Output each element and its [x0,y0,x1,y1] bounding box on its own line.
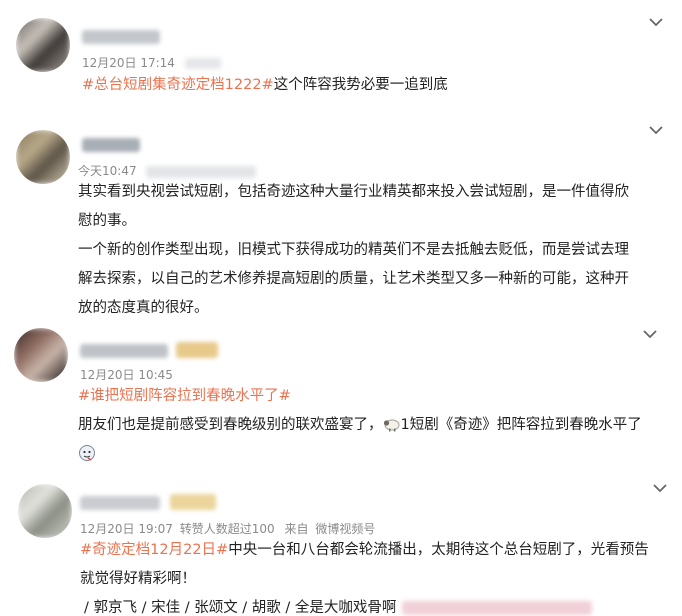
topic-link[interactable]: #谁把短剧阵容拉到春晚水平了# [78,388,291,404]
comment-text-line: 放的态度真的很好。 [78,300,209,316]
avatar[interactable] [16,18,70,72]
comment-text: 这个阵容我势必要一追到底 [273,77,448,93]
source-link[interactable]: 微博视频号 [315,522,375,536]
comment-text: 朋友们也是提前感受到春晚级别的联欢盛宴了， [78,417,383,433]
comment-text: 1短剧《奇迹》把阵容拉到春晚水平了 [400,417,642,433]
timestamp: 12月20日 10:45 [80,366,173,383]
comment-body: 其实看到央视尝试短剧，包括奇迹这种大量行业精英都来投入尝试短剧，是一件值得欣 慰… [78,178,668,323]
timestamp-text: 12月20日 17:14 [82,56,175,70]
comment-body: #奇迹定档12月22日#中央一台和八台都会轮流播出，太期待这个总台短剧了，光看预… [80,536,672,616]
meta-blurred [184,58,221,69]
timestamp-text: 12月20日 10:45 [80,368,173,382]
sheep-emoji-icon [383,419,399,432]
source-prefix: 来自 [284,522,309,536]
comment-text-line: 就觉得好精彩啊！ [80,571,196,587]
timestamp-text: 今天10:47 [78,164,137,178]
topic-link[interactable]: #奇迹定档12月22日# [80,542,228,558]
cast-list: / 郭京飞 / 宋佳 / 张颂文 / 胡歌 / 全是大咖戏骨啊 [84,600,397,616]
repost-count: 转赞人数超过100 [179,522,275,536]
avatar[interactable] [16,130,70,184]
meta-blurred [146,165,257,178]
timestamp: 今天10:47 [78,162,257,179]
comment-text-line: 一个新的创作类型出现，旧模式下获得成功的精英们不是去抵触去贬低，而是尝试去理 [78,242,629,258]
username-blurred[interactable] [80,344,168,358]
comment-text-line: 其实看到央视尝试短剧，包括奇迹这种大量行业精英都来投入尝试短剧，是一件值得欣 [78,184,629,200]
comment-1: 12月20日 17:14 #总台短剧集奇迹定档1222#这个阵容我势必要一追到底 [0,0,682,110]
badge-blurred [170,494,216,510]
chevron-down-icon[interactable] [644,120,668,140]
comment-3: 12月20日 10:45 #谁把短剧阵容拉到春晚水平了# 朋友们也是提前感受到春… [0,320,682,480]
chevron-down-icon[interactable] [644,12,668,32]
username-blurred[interactable] [82,138,140,152]
comment-text: 中央一台和八台都会轮流播出，太期待这个总台短剧了，光看预告 [228,542,649,558]
comment-4: 12月20日 19:07 转赞人数超过100 来自 微博视频号 #奇迹定档12月… [0,470,682,616]
comment-text-line: 解去探索，以自己的艺术修养提高短剧的质量，让艺术类型又多一种新的可能，这种开 [78,271,629,287]
badge-blurred [176,342,218,358]
timestamp: 12月20日 17:14 [82,54,221,71]
comment-text-line: 慰的事。 [78,213,136,229]
post-meta: 12月20日 19:07 转赞人数超过100 来自 微博视频号 [80,520,375,537]
comment-body: #总台短剧集奇迹定档1222#这个阵容我势必要一追到底 [82,71,662,100]
comment-2: 今天10:47 其实看到央视尝试短剧，包括奇迹这种大量行业精英都来投入尝试短剧，… [0,110,682,320]
chevron-down-icon[interactable] [638,324,662,344]
text-blurred [402,601,593,615]
doge-emoji-icon [79,445,95,461]
avatar[interactable] [18,484,72,538]
timestamp-text: 12月20日 19:07 [80,522,173,536]
topic-link[interactable]: #总台短剧集奇迹定档1222# [82,77,274,93]
avatar[interactable] [14,328,68,382]
comment-body: #谁把短剧阵容拉到春晚水平了# 朋友们也是提前感受到春晚级别的联欢盛宴了， 1短… [78,382,668,469]
username-blurred[interactable] [80,496,160,510]
chevron-down-icon[interactable] [648,478,672,498]
username-blurred[interactable] [82,30,160,44]
